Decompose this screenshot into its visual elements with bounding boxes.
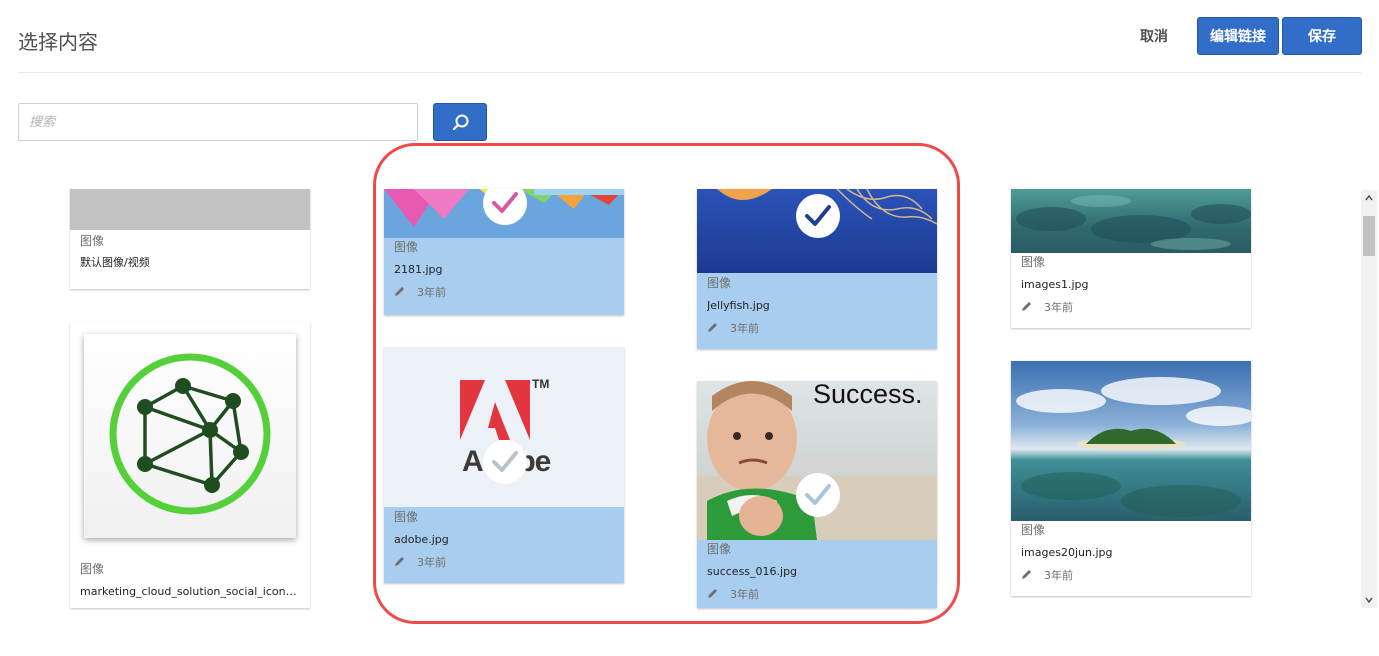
network-graph-icon (109, 353, 271, 515)
scrollbar-thumb[interactable] (1363, 216, 1375, 256)
asset-card[interactable]: 图像 images20jun.jpg 3年前 (1011, 361, 1251, 596)
search-button[interactable] (433, 103, 487, 141)
edit-link-button[interactable]: 编辑链接 (1197, 17, 1279, 55)
selection-highlight-outline (373, 143, 960, 624)
vertical-scrollbar[interactable] (1361, 190, 1377, 608)
asset-type: 图像 (80, 562, 105, 576)
asset-modified: 3年前 (1021, 301, 1241, 315)
asset-type: 图像 (1021, 255, 1046, 269)
asset-type: 图像 (80, 234, 105, 248)
header-divider (18, 72, 1361, 73)
search-icon (452, 114, 469, 131)
scroll-down-icon[interactable] (1365, 596, 1373, 604)
asset-card[interactable]: 图像 默认图像/视频 (70, 189, 310, 289)
asset-card[interactable]: 图像 images1.jpg 3年前 (1011, 189, 1251, 328)
tropical-island-thumbnail (1011, 361, 1251, 521)
asset-name: images20jun.jpg (1021, 546, 1113, 559)
search-input[interactable] (18, 103, 418, 141)
asset-name: marketing_cloud_solution_social_icon_for… (80, 585, 300, 598)
save-button[interactable]: 保存 (1282, 17, 1362, 55)
select-content-dialog: 选择内容 取消 编辑链接 保存 图像 默认图像/视频 (0, 0, 1379, 656)
modified-time: 3年前 (1044, 301, 1073, 314)
ocean-reef-thumbnail (1011, 189, 1251, 253)
cancel-button[interactable]: 取消 (1126, 17, 1182, 55)
asset-card[interactable]: 图像 marketing_cloud_solution_social_icon_… (70, 322, 310, 608)
asset-type: 图像 (1021, 523, 1046, 537)
dialog-title: 选择内容 (18, 32, 98, 54)
network-icon-thumbnail (70, 322, 310, 554)
scroll-up-icon[interactable] (1365, 194, 1373, 202)
pencil-icon (1022, 570, 1031, 579)
placeholder-thumbnail (70, 189, 310, 230)
asset-modified: 3年前 (1021, 569, 1241, 583)
asset-name: 默认图像/视频 (80, 256, 150, 269)
asset-name: images1.jpg (1021, 278, 1089, 291)
modified-time: 3年前 (1044, 569, 1073, 582)
pencil-icon (1022, 302, 1031, 311)
